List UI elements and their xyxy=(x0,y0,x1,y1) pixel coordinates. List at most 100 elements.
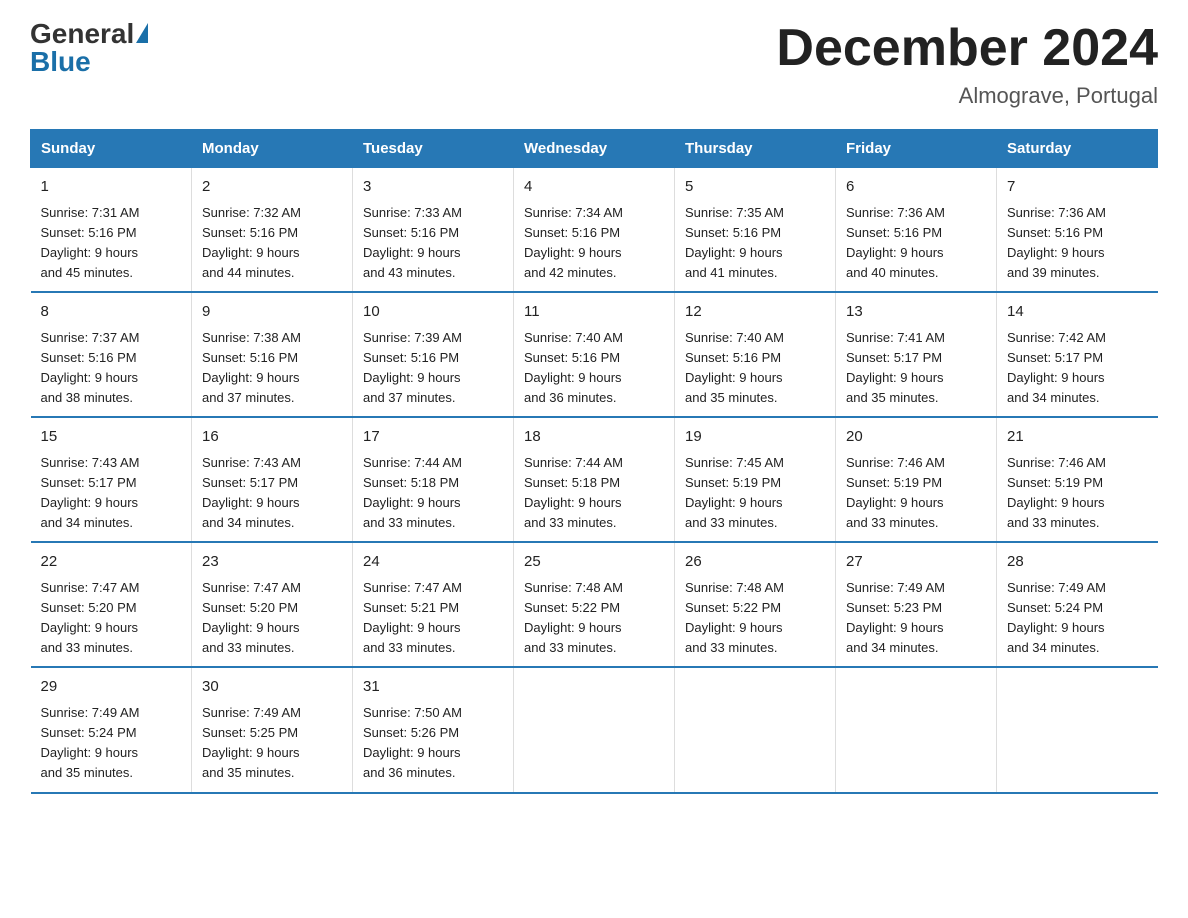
page-title: December 2024 xyxy=(776,20,1158,77)
day-number: 26 xyxy=(685,551,825,574)
day-number: 18 xyxy=(524,426,664,449)
day-number: 1 xyxy=(41,176,182,199)
calendar-week-row: 29 Sunrise: 7:49 AM Sunset: 5:24 PM Dayli… xyxy=(31,667,1158,792)
calendar-cell: 5 Sunrise: 7:35 AM Sunset: 5:16 PM Daylig… xyxy=(675,168,836,293)
calendar-cell: 4 Sunrise: 7:34 AM Sunset: 5:16 PM Daylig… xyxy=(514,168,675,293)
calendar-header-row: SundayMondayTuesdayWednesdayThursdayFrid… xyxy=(31,130,1158,168)
day-info: Sunrise: 7:48 AM Sunset: 5:22 PM Dayligh… xyxy=(685,578,825,659)
calendar-week-row: 15 Sunrise: 7:43 AM Sunset: 5:17 PM Dayli… xyxy=(31,417,1158,542)
column-header-friday: Friday xyxy=(836,130,997,168)
day-number: 4 xyxy=(524,176,664,199)
day-number: 25 xyxy=(524,551,664,574)
day-info: Sunrise: 7:31 AM Sunset: 5:16 PM Dayligh… xyxy=(41,203,182,284)
logo-general-text: General xyxy=(30,20,134,48)
day-number: 2 xyxy=(202,176,342,199)
day-info: Sunrise: 7:38 AM Sunset: 5:16 PM Dayligh… xyxy=(202,328,342,409)
column-header-tuesday: Tuesday xyxy=(353,130,514,168)
day-info: Sunrise: 7:36 AM Sunset: 5:16 PM Dayligh… xyxy=(846,203,986,284)
day-number: 31 xyxy=(363,676,503,699)
logo-triangle-icon xyxy=(136,23,148,43)
day-info: Sunrise: 7:47 AM Sunset: 5:21 PM Dayligh… xyxy=(363,578,503,659)
day-info: Sunrise: 7:46 AM Sunset: 5:19 PM Dayligh… xyxy=(1007,453,1148,534)
day-info: Sunrise: 7:32 AM Sunset: 5:16 PM Dayligh… xyxy=(202,203,342,284)
day-info: Sunrise: 7:36 AM Sunset: 5:16 PM Dayligh… xyxy=(1007,203,1148,284)
day-info: Sunrise: 7:34 AM Sunset: 5:16 PM Dayligh… xyxy=(524,203,664,284)
day-info: Sunrise: 7:40 AM Sunset: 5:16 PM Dayligh… xyxy=(685,328,825,409)
day-number: 15 xyxy=(41,426,182,449)
calendar-cell xyxy=(675,667,836,792)
calendar-cell: 31 Sunrise: 7:50 AM Sunset: 5:26 PM Dayli… xyxy=(353,667,514,792)
calendar-cell: 8 Sunrise: 7:37 AM Sunset: 5:16 PM Daylig… xyxy=(31,292,192,417)
day-number: 13 xyxy=(846,301,986,324)
day-info: Sunrise: 7:33 AM Sunset: 5:16 PM Dayligh… xyxy=(363,203,503,284)
day-number: 22 xyxy=(41,551,182,574)
day-number: 3 xyxy=(363,176,503,199)
day-info: Sunrise: 7:40 AM Sunset: 5:16 PM Dayligh… xyxy=(524,328,664,409)
calendar-cell: 23Sunrise: 7:47 AM Sunset: 5:20 PM Dayli… xyxy=(192,542,353,667)
calendar-table: SundayMondayTuesdayWednesdayThursdayFrid… xyxy=(30,129,1158,793)
calendar-cell: 10 Sunrise: 7:39 AM Sunset: 5:16 PM Dayli… xyxy=(353,292,514,417)
day-info: Sunrise: 7:49 AM Sunset: 5:24 PM Dayligh… xyxy=(1007,578,1148,659)
calendar-cell: 6Sunrise: 7:36 AM Sunset: 5:16 PM Daylig… xyxy=(836,168,997,293)
day-number: 30 xyxy=(202,676,342,699)
calendar-week-row: 8 Sunrise: 7:37 AM Sunset: 5:16 PM Daylig… xyxy=(31,292,1158,417)
day-info: Sunrise: 7:45 AM Sunset: 5:19 PM Dayligh… xyxy=(685,453,825,534)
calendar-cell: 3 Sunrise: 7:33 AM Sunset: 5:16 PM Daylig… xyxy=(353,168,514,293)
calendar-cell: 26 Sunrise: 7:48 AM Sunset: 5:22 PM Dayli… xyxy=(675,542,836,667)
day-info: Sunrise: 7:35 AM Sunset: 5:16 PM Dayligh… xyxy=(685,203,825,284)
day-info: Sunrise: 7:46 AM Sunset: 5:19 PM Dayligh… xyxy=(846,453,986,534)
day-number: 11 xyxy=(524,301,664,324)
day-info: Sunrise: 7:48 AM Sunset: 5:22 PM Dayligh… xyxy=(524,578,664,659)
day-number: 16 xyxy=(202,426,342,449)
logo: General Blue xyxy=(30,20,148,76)
calendar-cell: 14Sunrise: 7:42 AM Sunset: 5:17 PM Dayli… xyxy=(997,292,1158,417)
day-info: Sunrise: 7:39 AM Sunset: 5:16 PM Dayligh… xyxy=(363,328,503,409)
day-number: 7 xyxy=(1007,176,1148,199)
column-header-thursday: Thursday xyxy=(675,130,836,168)
day-number: 8 xyxy=(41,301,182,324)
day-number: 29 xyxy=(41,676,182,699)
column-header-wednesday: Wednesday xyxy=(514,130,675,168)
calendar-cell: 25 Sunrise: 7:48 AM Sunset: 5:22 PM Dayli… xyxy=(514,542,675,667)
day-info: Sunrise: 7:37 AM Sunset: 5:16 PM Dayligh… xyxy=(41,328,182,409)
calendar-cell: 28 Sunrise: 7:49 AM Sunset: 5:24 PM Dayli… xyxy=(997,542,1158,667)
calendar-cell: 18 Sunrise: 7:44 AM Sunset: 5:18 PM Dayli… xyxy=(514,417,675,542)
day-info: Sunrise: 7:49 AM Sunset: 5:25 PM Dayligh… xyxy=(202,703,342,784)
day-info: Sunrise: 7:43 AM Sunset: 5:17 PM Dayligh… xyxy=(202,453,342,534)
day-number: 10 xyxy=(363,301,503,324)
calendar-cell: 15 Sunrise: 7:43 AM Sunset: 5:17 PM Dayli… xyxy=(31,417,192,542)
title-area: December 2024 Almograve, Portugal xyxy=(776,20,1158,109)
calendar-cell: 12Sunrise: 7:40 AM Sunset: 5:16 PM Dayli… xyxy=(675,292,836,417)
calendar-cell: 1 Sunrise: 7:31 AM Sunset: 5:16 PM Daylig… xyxy=(31,168,192,293)
column-header-sunday: Sunday xyxy=(31,130,192,168)
day-info: Sunrise: 7:43 AM Sunset: 5:17 PM Dayligh… xyxy=(41,453,182,534)
calendar-cell: 2 Sunrise: 7:32 AM Sunset: 5:16 PM Daylig… xyxy=(192,168,353,293)
day-number: 17 xyxy=(363,426,503,449)
day-number: 5 xyxy=(685,176,825,199)
calendar-cell: 22Sunrise: 7:47 AM Sunset: 5:20 PM Dayli… xyxy=(31,542,192,667)
calendar-cell: 17 Sunrise: 7:44 AM Sunset: 5:18 PM Dayli… xyxy=(353,417,514,542)
page-subtitle: Almograve, Portugal xyxy=(776,83,1158,109)
calendar-cell: 27Sunrise: 7:49 AM Sunset: 5:23 PM Dayli… xyxy=(836,542,997,667)
day-info: Sunrise: 7:49 AM Sunset: 5:24 PM Dayligh… xyxy=(41,703,182,784)
day-info: Sunrise: 7:50 AM Sunset: 5:26 PM Dayligh… xyxy=(363,703,503,784)
calendar-cell xyxy=(514,667,675,792)
day-info: Sunrise: 7:42 AM Sunset: 5:17 PM Dayligh… xyxy=(1007,328,1148,409)
day-info: Sunrise: 7:44 AM Sunset: 5:18 PM Dayligh… xyxy=(363,453,503,534)
day-number: 23 xyxy=(202,551,342,574)
calendar-cell: 19Sunrise: 7:45 AM Sunset: 5:19 PM Dayli… xyxy=(675,417,836,542)
day-number: 28 xyxy=(1007,551,1148,574)
day-info: Sunrise: 7:44 AM Sunset: 5:18 PM Dayligh… xyxy=(524,453,664,534)
calendar-cell xyxy=(836,667,997,792)
column-header-monday: Monday xyxy=(192,130,353,168)
day-number: 21 xyxy=(1007,426,1148,449)
calendar-cell: 29 Sunrise: 7:49 AM Sunset: 5:24 PM Dayli… xyxy=(31,667,192,792)
calendar-cell: 30 Sunrise: 7:49 AM Sunset: 5:25 PM Dayli… xyxy=(192,667,353,792)
calendar-cell: 7 Sunrise: 7:36 AM Sunset: 5:16 PM Daylig… xyxy=(997,168,1158,293)
day-number: 24 xyxy=(363,551,503,574)
day-info: Sunrise: 7:41 AM Sunset: 5:17 PM Dayligh… xyxy=(846,328,986,409)
calendar-cell: 13 Sunrise: 7:41 AM Sunset: 5:17 PM Dayli… xyxy=(836,292,997,417)
calendar-cell xyxy=(997,667,1158,792)
calendar-cell: 21 Sunrise: 7:46 AM Sunset: 5:19 PM Dayli… xyxy=(997,417,1158,542)
calendar-week-row: 22Sunrise: 7:47 AM Sunset: 5:20 PM Dayli… xyxy=(31,542,1158,667)
